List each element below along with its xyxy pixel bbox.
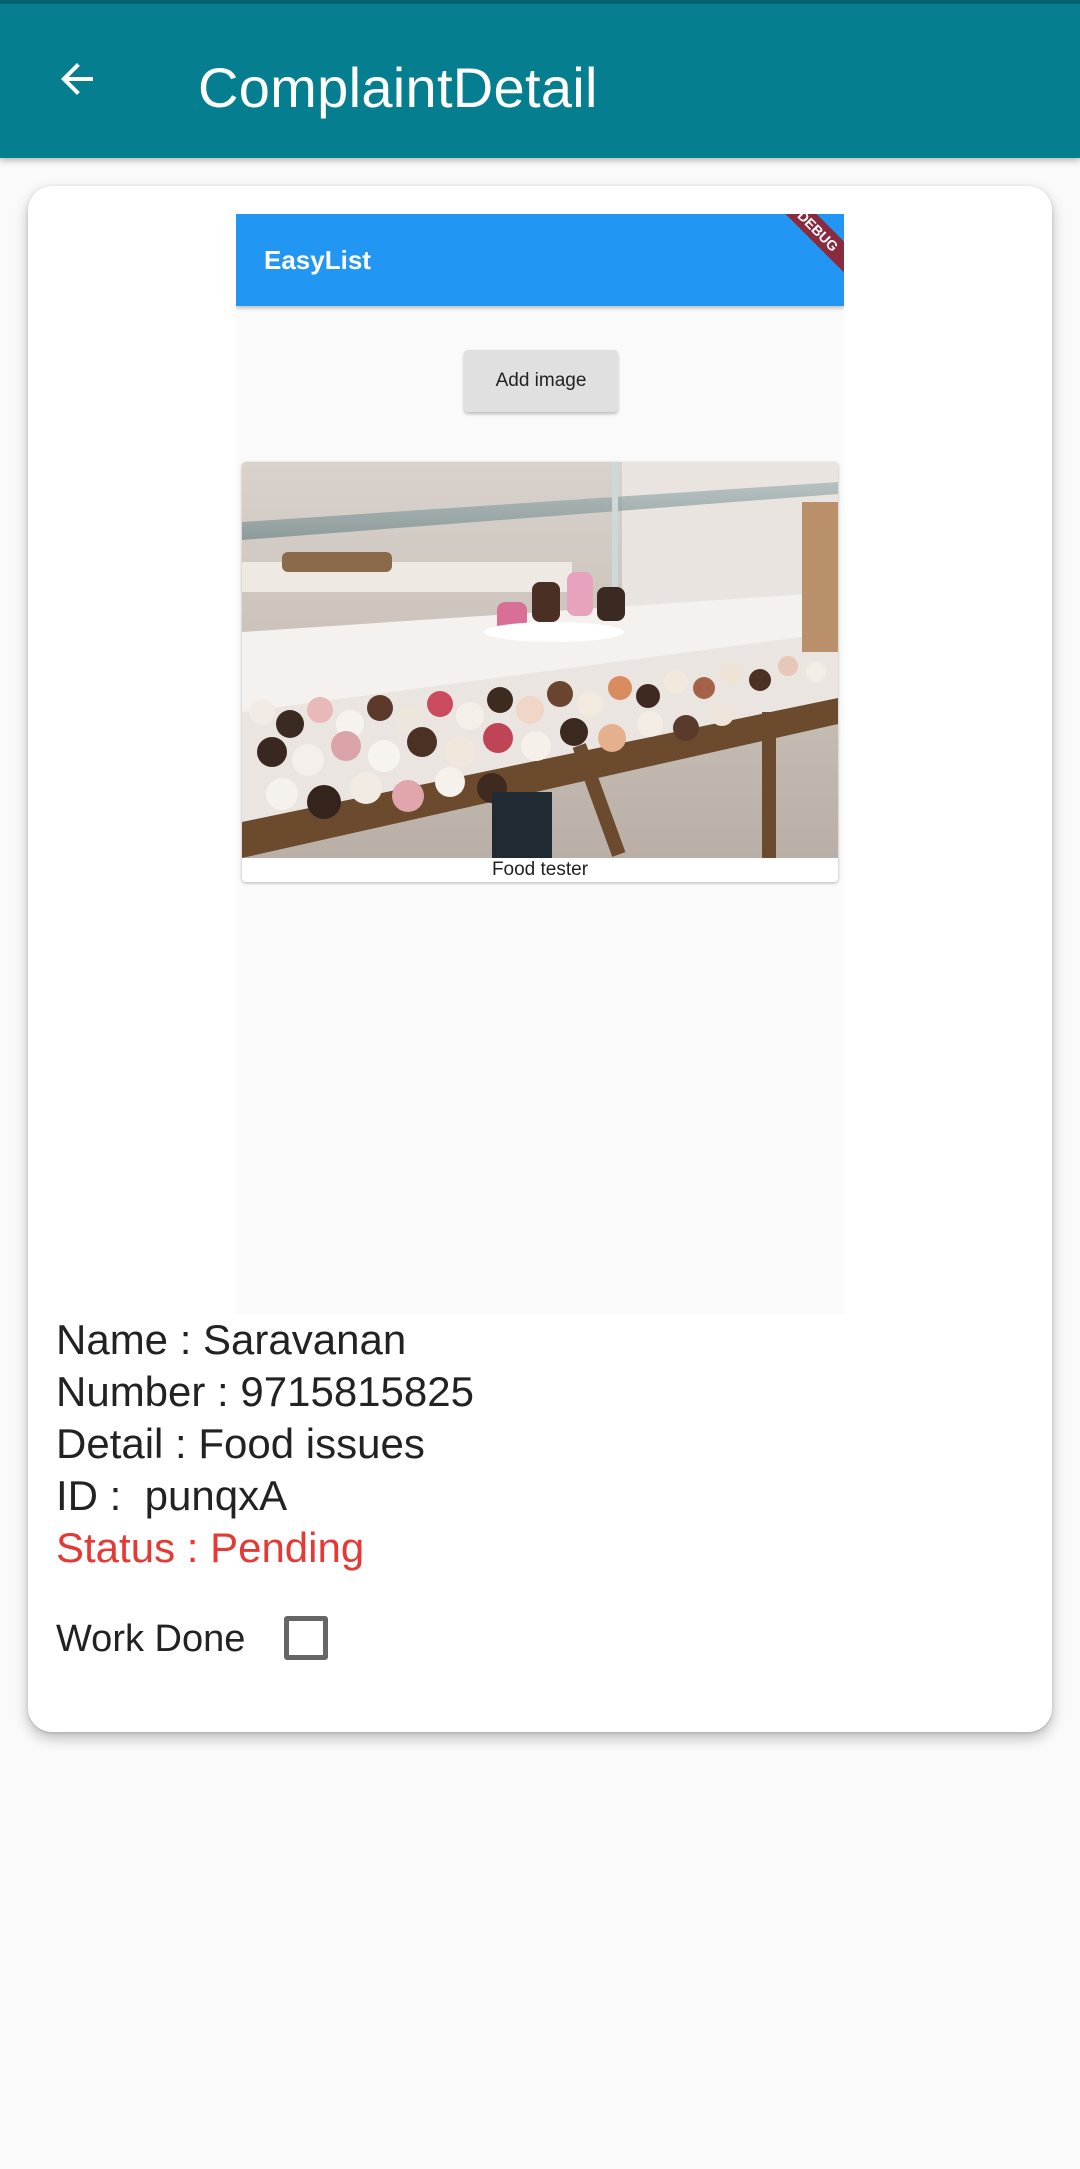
arrow-back-icon xyxy=(53,55,101,108)
back-button[interactable] xyxy=(40,44,114,118)
complainant-number: Number : 9715815825 xyxy=(56,1368,474,1415)
complaint-status: Status : Pending xyxy=(56,1524,365,1571)
complaint-detail: Detail : Food issues xyxy=(56,1420,425,1467)
complaint-card: EasyList DEBUG Add image Food tester Nam… xyxy=(28,186,1052,1732)
photo-caption: Food tester xyxy=(491,859,589,880)
embedded-app-title: EasyList xyxy=(264,245,371,275)
debug-ribbon: DEBUG xyxy=(767,214,844,282)
complainant-name: Name : Saravanan xyxy=(56,1316,407,1363)
work-done-label: Work Done xyxy=(56,1618,246,1660)
pastry-display-photo xyxy=(242,462,838,858)
add-image-button: Add image xyxy=(464,350,618,412)
embedded-app-bar: EasyList DEBUG xyxy=(236,214,844,306)
work-done-checkbox[interactable] xyxy=(284,1616,328,1660)
photo-card: Food tester xyxy=(242,462,838,882)
complaint-image: EasyList DEBUG Add image Food tester xyxy=(236,214,844,1314)
app-bar: ComplaintDetail xyxy=(0,0,1080,158)
page-title: ComplaintDetail xyxy=(198,56,598,119)
complaint-id: ID : punqxA xyxy=(56,1472,288,1519)
